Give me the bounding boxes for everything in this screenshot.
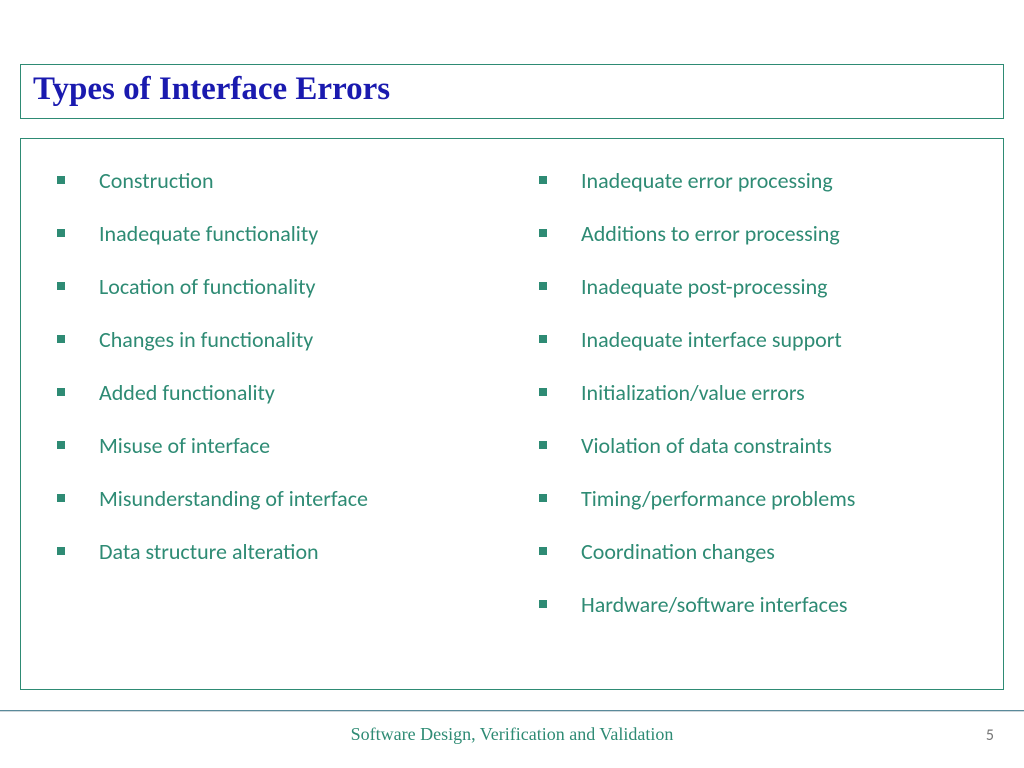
item-text: Timing/performance problems bbox=[581, 485, 855, 512]
list-item: Inadequate post-processing bbox=[527, 273, 979, 300]
item-text: Changes in functionality bbox=[99, 326, 313, 353]
list-item: Data structure alteration bbox=[45, 538, 497, 565]
item-text: Inadequate error processing bbox=[581, 167, 833, 194]
footer-text: Software Design, Verification and Valida… bbox=[0, 724, 1024, 745]
item-text: Inadequate functionality bbox=[99, 220, 318, 247]
list-item: Inadequate interface support bbox=[527, 326, 979, 353]
bullet-icon bbox=[539, 229, 547, 237]
bullet-icon bbox=[57, 176, 65, 184]
list-item: Added functionality bbox=[45, 379, 497, 406]
slide-title: Types of Interface Errors bbox=[33, 71, 991, 108]
bullet-icon bbox=[539, 335, 547, 343]
bullet-icon bbox=[539, 494, 547, 502]
item-text: Additions to error processing bbox=[581, 220, 840, 247]
item-text: Inadequate interface support bbox=[581, 326, 842, 353]
bullet-icon bbox=[57, 335, 65, 343]
list-item: Violation of data constraints bbox=[527, 432, 979, 459]
bullet-icon bbox=[57, 388, 65, 396]
item-text: Initialization/value errors bbox=[581, 379, 805, 406]
footer-divider bbox=[0, 710, 1024, 712]
list-item: Additions to error processing bbox=[527, 220, 979, 247]
item-text: Violation of data constraints bbox=[581, 432, 832, 459]
right-column: Inadequate error processing Additions to… bbox=[517, 167, 979, 661]
list-item: Changes in functionality bbox=[45, 326, 497, 353]
list-item: Timing/performance problems bbox=[527, 485, 979, 512]
item-text: Misunderstanding of interface bbox=[99, 485, 368, 512]
list-item: Construction bbox=[45, 167, 497, 194]
list-item: Inadequate error processing bbox=[527, 167, 979, 194]
item-text: Location of functionality bbox=[99, 273, 316, 300]
item-text: Added functionality bbox=[99, 379, 275, 406]
bullet-icon bbox=[539, 441, 547, 449]
bullet-icon bbox=[539, 282, 547, 290]
bullet-icon bbox=[539, 600, 547, 608]
bullet-icon bbox=[57, 494, 65, 502]
item-text: Hardware/software interfaces bbox=[581, 591, 848, 618]
bullet-icon bbox=[539, 547, 547, 555]
item-text: Coordination changes bbox=[581, 538, 775, 565]
bullet-icon bbox=[57, 547, 65, 555]
bullet-icon bbox=[539, 176, 547, 184]
list-item: Misuse of interface bbox=[45, 432, 497, 459]
list-item: Inadequate functionality bbox=[45, 220, 497, 247]
list-item: Initialization/value errors bbox=[527, 379, 979, 406]
item-text: Data structure alteration bbox=[99, 538, 319, 565]
bullet-icon bbox=[57, 282, 65, 290]
item-text: Inadequate post-processing bbox=[581, 273, 828, 300]
list-item: Coordination changes bbox=[527, 538, 979, 565]
list-item: Location of functionality bbox=[45, 273, 497, 300]
bullet-icon bbox=[57, 441, 65, 449]
list-item: Hardware/software interfaces bbox=[527, 591, 979, 618]
bullet-icon bbox=[539, 388, 547, 396]
bullet-icon bbox=[57, 229, 65, 237]
item-text: Misuse of interface bbox=[99, 432, 270, 459]
content-box: Construction Inadequate functionality Lo… bbox=[20, 138, 1004, 690]
left-column: Construction Inadequate functionality Lo… bbox=[45, 167, 517, 661]
title-box: Types of Interface Errors bbox=[20, 64, 1004, 119]
item-text: Construction bbox=[99, 167, 214, 194]
list-item: Misunderstanding of interface bbox=[45, 485, 497, 512]
page-number: 5 bbox=[986, 726, 994, 745]
